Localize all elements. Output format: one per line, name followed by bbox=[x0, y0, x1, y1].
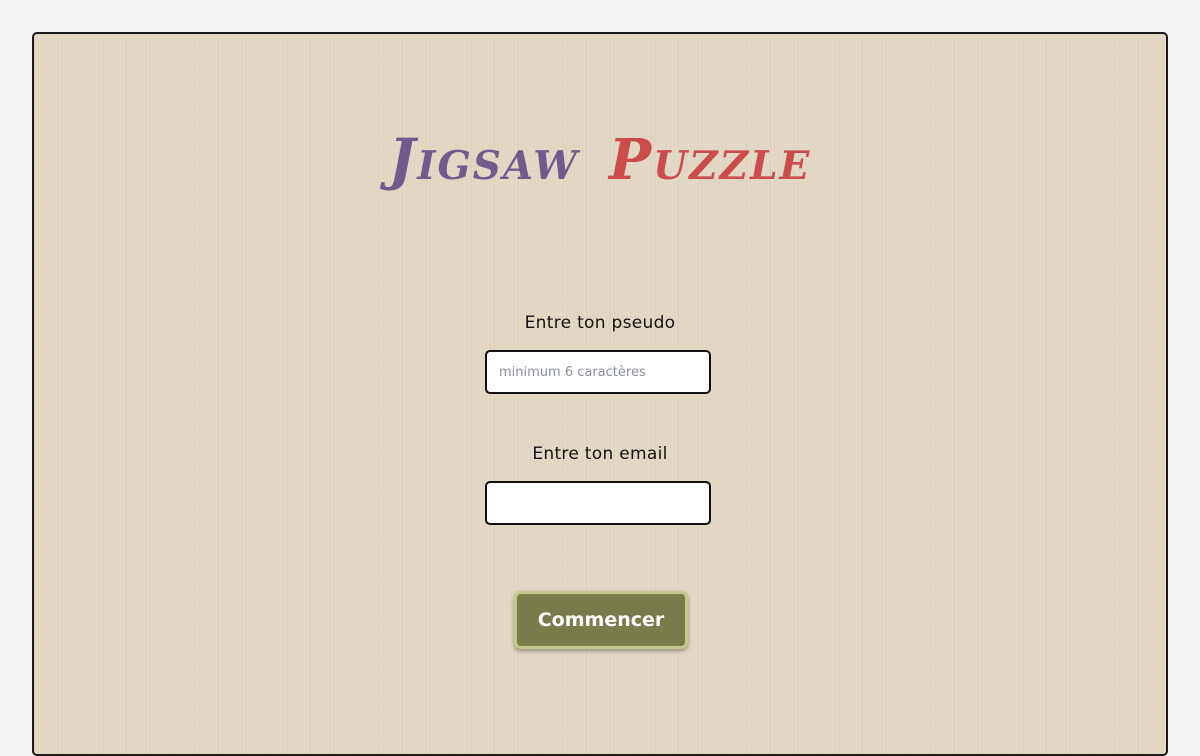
start-button[interactable]: Commencer bbox=[514, 591, 688, 649]
pseudo-label: Entre ton pseudo bbox=[524, 313, 676, 333]
game-panel: JigsawPuzzle Entre ton pseudo Entre ton … bbox=[32, 32, 1168, 756]
title-word-jigsaw: Jigsaw bbox=[388, 127, 580, 193]
pseudo-input[interactable] bbox=[485, 350, 711, 394]
game-title: Jigsaw Puzzle bbox=[34, 132, 1166, 188]
title-word-puzzle: Puzzle bbox=[609, 127, 812, 193]
email-label: Entre ton email bbox=[532, 444, 668, 464]
email-input[interactable] bbox=[485, 481, 711, 525]
